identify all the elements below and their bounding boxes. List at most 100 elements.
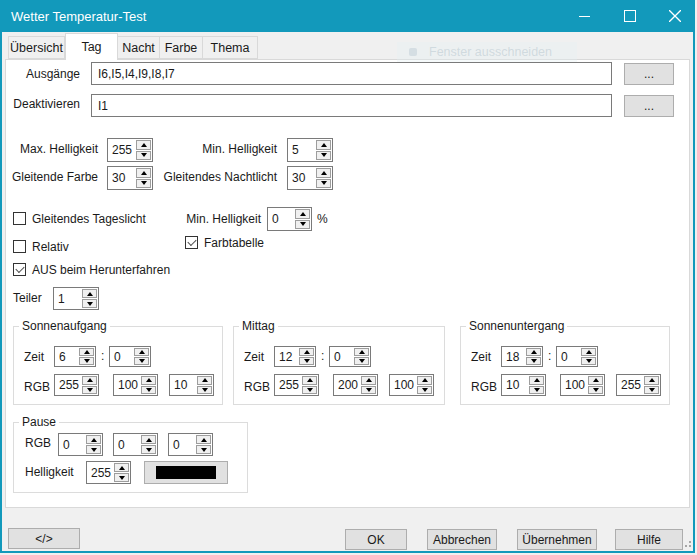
spin-down-button[interactable] xyxy=(196,445,211,454)
spin-down-button[interactable] xyxy=(197,386,212,395)
spin-down-button[interactable] xyxy=(295,220,310,230)
tab-uebersicht[interactable]: Übersicht xyxy=(8,36,65,59)
sonnenuntergang-b-spinner[interactable]: 255 xyxy=(616,374,661,396)
pause-b-spinner[interactable]: 0 xyxy=(168,433,213,456)
spin-down-button[interactable] xyxy=(114,473,129,482)
mittag-r-spinner[interactable]: 255 xyxy=(274,374,319,396)
sonnenuntergang-minute-spinner[interactable]: 0 xyxy=(556,346,598,367)
sonnenaufgang-r-spinner[interactable]: 255 xyxy=(54,374,99,396)
tab-nacht[interactable]: Nacht xyxy=(117,36,160,59)
spin-down-button[interactable] xyxy=(79,357,94,365)
spin-up-button[interactable] xyxy=(581,348,596,356)
spin-up-button[interactable] xyxy=(134,348,149,356)
gleitendes-tageslicht-checkbox[interactable] xyxy=(13,212,26,225)
farbtabelle-checkbox[interactable] xyxy=(185,236,198,249)
sonnenaufgang-b-spinner[interactable]: 10 xyxy=(169,374,214,396)
spin-up-button[interactable] xyxy=(316,140,331,150)
spin-down-button[interactable] xyxy=(316,151,331,161)
spin-up-button[interactable] xyxy=(86,435,101,444)
spin-up-button[interactable] xyxy=(417,376,432,385)
spin-up-button[interactable] xyxy=(197,376,212,385)
tab-thema[interactable]: Thema xyxy=(202,36,258,59)
relativ-checkbox[interactable] xyxy=(13,240,26,253)
tab-tag[interactable]: Tag xyxy=(65,33,118,60)
ok-button[interactable]: OK xyxy=(345,529,407,550)
spin-up-button[interactable] xyxy=(644,376,659,385)
spin-up-button[interactable] xyxy=(526,348,541,356)
teiler-spinner[interactable]: 1 xyxy=(53,287,99,310)
min-helligkeit-spinner[interactable]: 5 xyxy=(287,138,333,162)
code-button[interactable]: </> xyxy=(8,528,80,549)
resize-grip[interactable] xyxy=(685,545,687,547)
spin-down-button[interactable] xyxy=(529,386,544,395)
spinner-value: 200 xyxy=(334,378,361,392)
spin-down-button[interactable] xyxy=(361,386,376,395)
min-helligkeit-pct-spinner[interactable]: 0 xyxy=(267,207,312,231)
spin-down-button[interactable] xyxy=(141,386,156,395)
pause-r-spinner[interactable]: 0 xyxy=(58,433,103,456)
spin-down-button[interactable] xyxy=(82,299,97,308)
pause-g-spinner[interactable]: 0 xyxy=(113,433,158,456)
spin-down-button[interactable] xyxy=(86,445,101,454)
sonnenuntergang-r-spinner[interactable]: 10 xyxy=(501,374,546,396)
spin-down-button[interactable] xyxy=(134,357,149,365)
sonnenuntergang-g-spinner[interactable]: 100 xyxy=(560,374,605,396)
spin-up-button[interactable] xyxy=(141,376,156,385)
sonnenaufgang-minute-spinner[interactable]: 0 xyxy=(109,346,151,367)
spin-up-button[interactable] xyxy=(354,348,369,356)
spin-down-button[interactable] xyxy=(316,179,331,189)
spin-down-button[interactable] xyxy=(82,386,97,395)
spin-down-button[interactable] xyxy=(581,357,596,365)
spin-up-button[interactable] xyxy=(136,168,151,178)
mittag-hour-spinner[interactable]: 12 xyxy=(274,346,316,367)
spin-up-button[interactable] xyxy=(316,168,331,178)
spin-down-button[interactable] xyxy=(136,179,151,189)
spin-down-button[interactable] xyxy=(417,386,432,395)
apply-button[interactable]: Übernehmen xyxy=(517,529,597,550)
ausgaenge-browse-button[interactable]: ... xyxy=(624,63,674,85)
cancel-button[interactable]: Abbrechen xyxy=(427,529,497,550)
spin-down-button[interactable] xyxy=(141,445,156,454)
minimize-button[interactable] xyxy=(562,0,607,32)
spin-up-button[interactable] xyxy=(295,209,310,219)
spin-down-button[interactable] xyxy=(136,151,151,161)
spin-up-button[interactable] xyxy=(79,348,94,356)
spin-up-button[interactable] xyxy=(529,376,544,385)
spin-down-button[interactable] xyxy=(302,386,317,395)
maximize-button[interactable] xyxy=(607,0,652,32)
max-helligkeit-spinner[interactable]: 255 xyxy=(107,138,153,162)
gleitende-farbe-spinner[interactable]: 30 xyxy=(107,166,153,190)
spin-up-button[interactable] xyxy=(588,376,603,385)
spin-down-button[interactable] xyxy=(644,386,659,395)
deaktivieren-browse-button[interactable]: ... xyxy=(624,95,674,117)
deaktivieren-input[interactable]: I1 xyxy=(91,94,612,117)
gleitendes-nachtlicht-spinner[interactable]: 30 xyxy=(287,166,333,190)
mittag-minute-spinner[interactable]: 0 xyxy=(329,346,371,367)
spin-up-button[interactable] xyxy=(82,289,97,298)
spin-up-button[interactable] xyxy=(141,435,156,444)
spin-down-button[interactable] xyxy=(526,357,541,365)
help-button[interactable]: Hilfe xyxy=(615,529,683,550)
sonnenaufgang-g-spinner[interactable]: 100 xyxy=(113,374,158,396)
mittag-g-spinner[interactable]: 200 xyxy=(333,374,378,396)
spin-down-button[interactable] xyxy=(354,357,369,365)
spin-up-button[interactable] xyxy=(361,376,376,385)
spin-up-button[interactable] xyxy=(196,435,211,444)
spin-up-button[interactable] xyxy=(114,463,129,472)
spin-up-button[interactable] xyxy=(136,140,151,150)
sonnenaufgang-hour-spinner[interactable]: 6 xyxy=(54,346,96,367)
sonnenuntergang-hour-spinner[interactable]: 18 xyxy=(501,346,543,367)
spin-up-button[interactable] xyxy=(302,376,317,385)
rgb-label: RGB xyxy=(25,435,51,451)
spin-up-button[interactable] xyxy=(82,376,97,385)
spin-up-button[interactable] xyxy=(299,348,314,356)
pause-color-button[interactable] xyxy=(144,461,228,484)
ausgaenge-input[interactable]: I6,I5,I4,I9,I8,I7 xyxy=(91,62,612,85)
pause-helligkeit-spinner[interactable]: 255 xyxy=(86,461,131,484)
spin-down-button[interactable] xyxy=(299,357,314,365)
close-button[interactable] xyxy=(652,0,697,32)
tab-farbe[interactable]: Farbe xyxy=(159,36,203,59)
spin-down-button[interactable] xyxy=(588,386,603,395)
mittag-b-spinner[interactable]: 100 xyxy=(389,374,434,396)
aus-beim-herunterfahren-checkbox[interactable] xyxy=(13,263,26,276)
